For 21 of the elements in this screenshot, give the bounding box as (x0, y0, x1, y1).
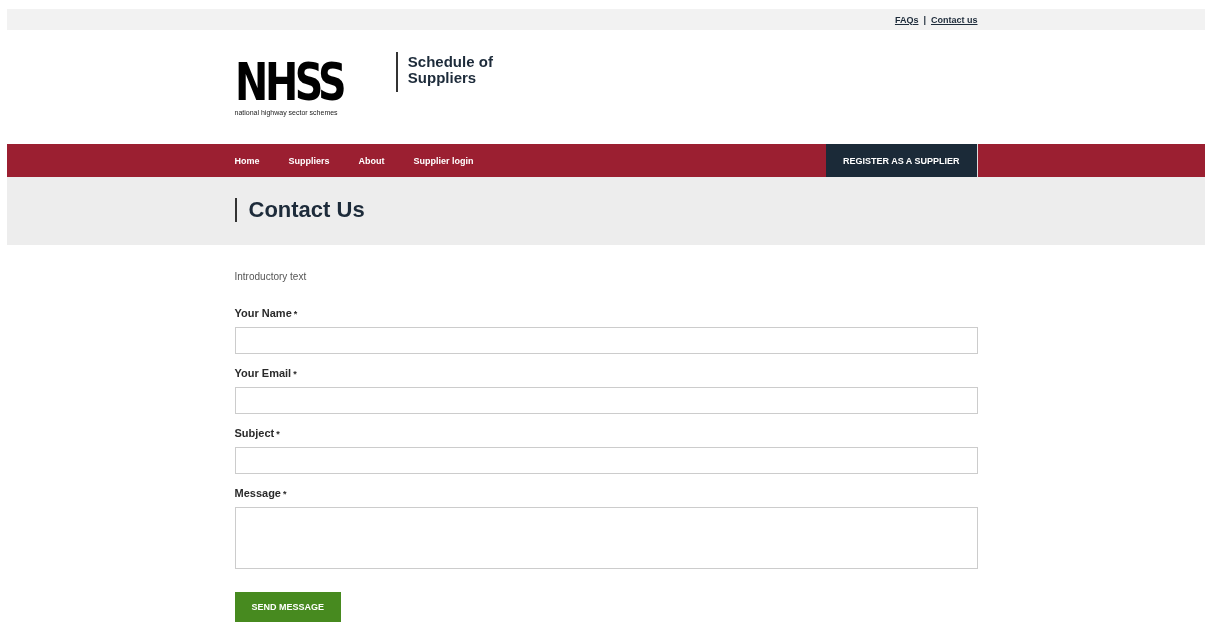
nav-link[interactable]: Suppliers (288, 144, 330, 177)
contact-link[interactable]: Contact us (931, 14, 978, 25)
field-label: Your Name * (234, 307, 299, 319)
nav-link[interactable]: Supplier login (413, 144, 474, 177)
nav-link[interactable]: About (358, 144, 385, 177)
register-button[interactable]: REGISTER AS A SUPPLIER (825, 144, 978, 177)
send-button[interactable]: SEND MESSAGE (234, 592, 341, 622)
field-label: Subject * (234, 427, 281, 439)
intro-text: Introductory text (234, 271, 308, 282)
page-title: Contact Us (234, 198, 365, 222)
faqs-link[interactable]: FAQs (894, 14, 919, 25)
input-field[interactable] (234, 447, 978, 474)
site-title: Schedule of Suppliers (395, 52, 518, 92)
field-label: Your Email * (234, 367, 298, 379)
input-field[interactable] (234, 327, 978, 354)
separator: | (922, 14, 927, 25)
input-field[interactable] (234, 387, 978, 414)
message-field[interactable] (234, 507, 978, 569)
nav-link[interactable]: Home (234, 144, 260, 177)
logo-mark: NHSS (234, 58, 343, 106)
field-label: Message * (234, 487, 288, 499)
